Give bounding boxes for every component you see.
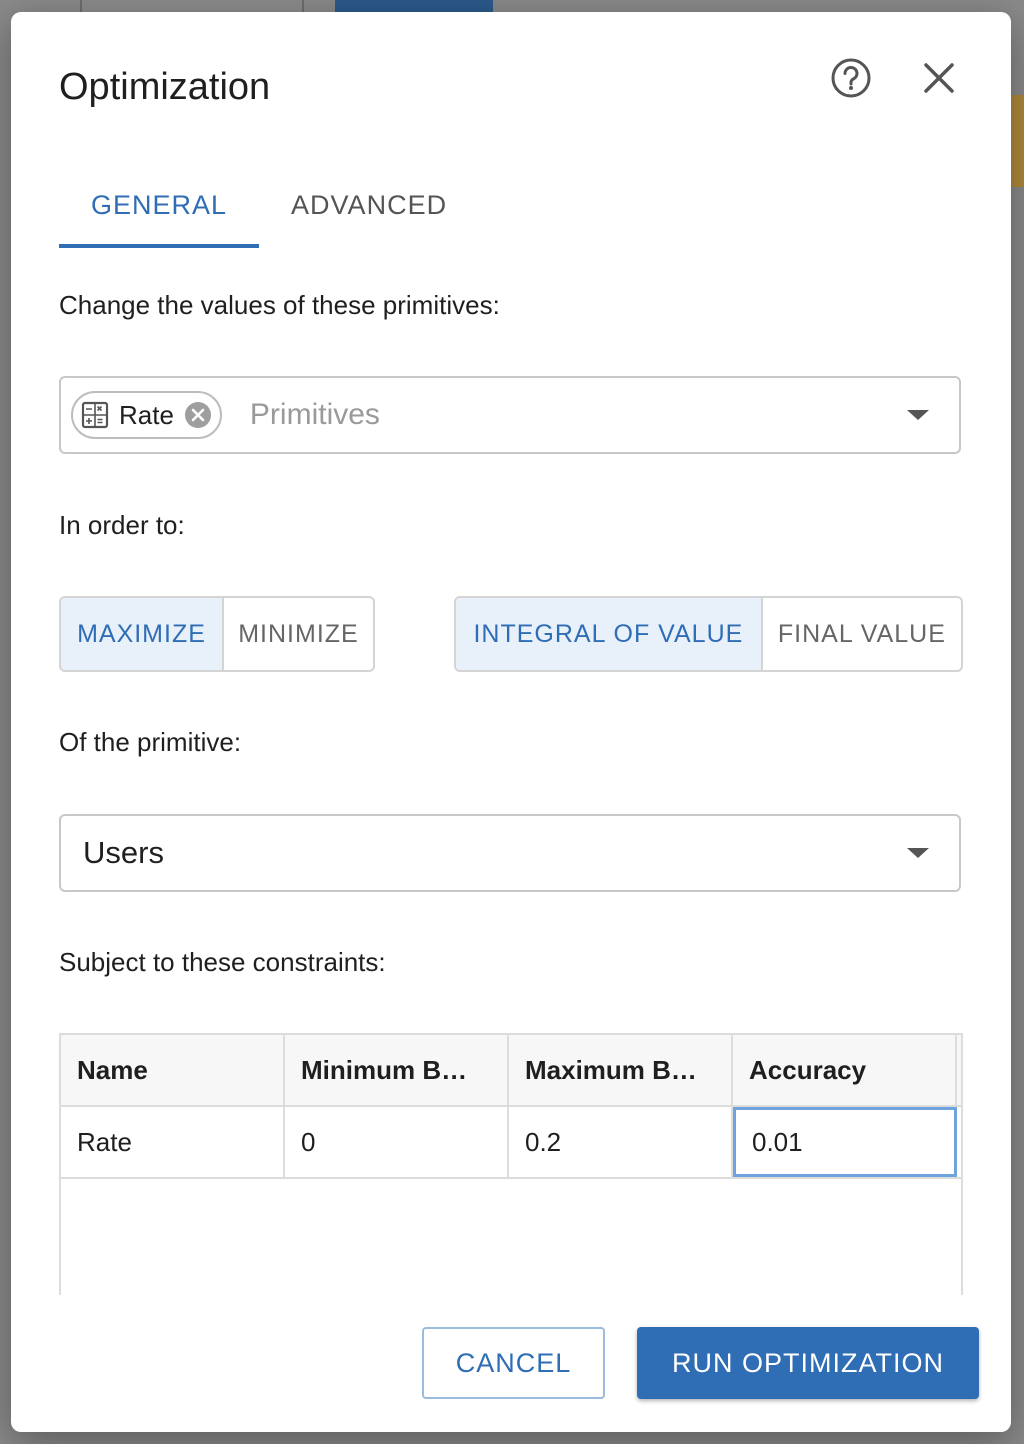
run-optimization-button[interactable]: RUN OPTIMIZATION	[637, 1327, 979, 1399]
primitives-label: Change the values of these primitives:	[59, 290, 500, 320]
cell-minimum-bound[interactable]: 0	[285, 1107, 509, 1177]
cancel-button[interactable]: CANCEL	[422, 1327, 605, 1399]
table-row: Rate 0 0.2 0.01	[61, 1107, 961, 1179]
caret-down-icon	[907, 410, 929, 420]
primitives-placeholder: Primitives	[249, 398, 380, 431]
close-button[interactable]	[915, 54, 963, 102]
caret-down-icon	[907, 848, 929, 858]
remove-circle-icon[interactable]	[184, 401, 212, 429]
final-value-toggle[interactable]: FINAL VALUE	[760, 598, 961, 670]
constraints-table: Name Minimum B… Maximum B… Accuracy Rate…	[59, 1033, 963, 1295]
column-header-minimum-bound[interactable]: Minimum B…	[285, 1035, 509, 1105]
tab-general[interactable]: GENERAL	[59, 162, 260, 248]
minimize-toggle[interactable]: MINIMIZE	[221, 598, 373, 670]
cell-accuracy[interactable]: 0.01	[733, 1107, 957, 1177]
primitives-select[interactable]: Rate Primitives	[59, 376, 961, 454]
help-circle-icon	[831, 58, 871, 98]
close-icon	[924, 63, 954, 93]
maximize-toggle[interactable]: MAXIMIZE	[61, 598, 222, 670]
background-save-button	[335, 0, 493, 12]
tab-bar: GENERAL ADVANCED	[59, 162, 479, 248]
primitive-select[interactable]: Users	[59, 814, 961, 892]
background-element	[1010, 95, 1024, 187]
column-header-name[interactable]: Name	[61, 1035, 285, 1105]
column-header-accuracy[interactable]: Accuracy	[733, 1035, 957, 1105]
integral-of-value-toggle[interactable]: INTEGRAL OF VALUE	[456, 598, 761, 670]
cell-name[interactable]: Rate	[61, 1107, 285, 1177]
goal-toggle: MAXIMIZE MINIMIZE	[59, 596, 375, 672]
column-header-maximum-bound[interactable]: Maximum B…	[509, 1035, 733, 1105]
order-label: In order to:	[59, 510, 185, 540]
help-button[interactable]	[827, 54, 875, 102]
calculator-icon	[81, 401, 109, 429]
tab-advanced[interactable]: ADVANCED	[259, 162, 479, 248]
dialog-title: Optimization	[59, 66, 271, 108]
chip-label: Rate	[119, 399, 174, 430]
primitive-label: Of the primitive:	[59, 727, 242, 757]
table-header-row: Name Minimum B… Maximum B… Accuracy	[61, 1035, 961, 1107]
cell-maximum-bound[interactable]: 0.2	[509, 1107, 733, 1177]
primitive-select-value: Users	[83, 835, 164, 870]
constraints-label: Subject to these constraints:	[59, 947, 386, 977]
measure-toggle: INTEGRAL OF VALUE FINAL VALUE	[454, 596, 963, 672]
primitive-chip: Rate	[71, 391, 222, 439]
optimization-dialog: Optimization GENERAL ADVANCED Change the…	[11, 12, 1011, 1432]
